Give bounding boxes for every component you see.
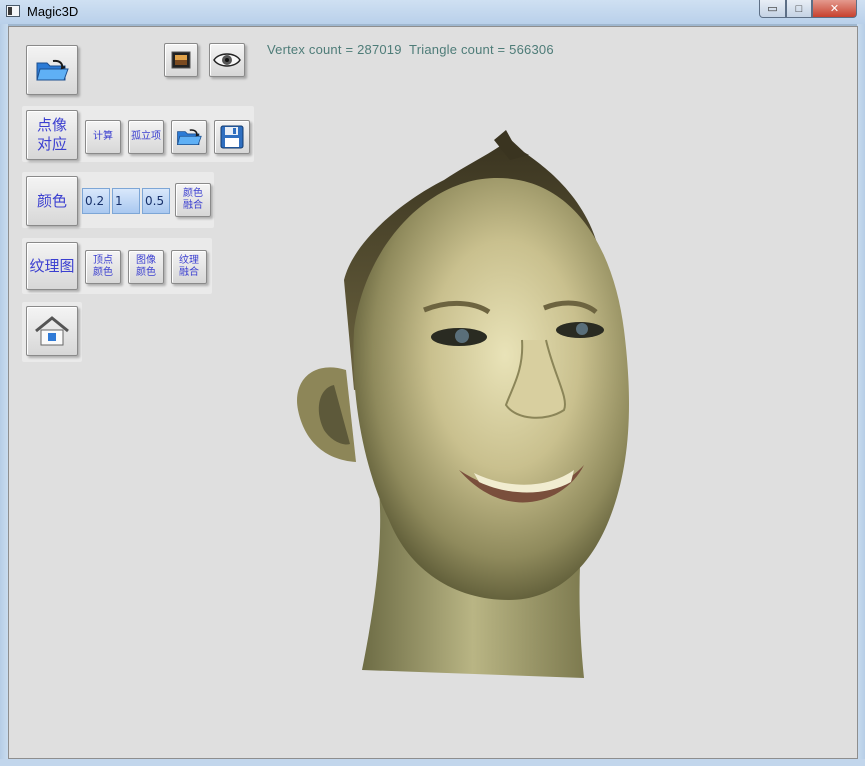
color-label: 颜色 [36,191,67,210]
folder-open-icon [36,59,69,81]
home-icon [35,316,69,346]
maximize-icon: □ [795,2,803,15]
color-blend-label: 颜色 融合 [183,188,203,211]
home-button[interactable] [26,306,78,356]
color-value-input-3[interactable]: 0.5 [142,188,170,214]
vertex-color-button[interactable]: 顶点 颜色 [85,250,121,284]
eye-icon [213,53,241,67]
window-frame-right [857,24,865,766]
isolated-items-label: 孤立项 [131,131,161,142]
right-iris [576,323,588,335]
save-button[interactable] [214,120,250,154]
title-bar[interactable]: Magic3D ▭ □ ✕ [0,0,865,24]
point-match-button[interactable]: 点像 对应 [26,110,78,160]
maximize-button[interactable]: □ [786,0,812,18]
texture-blend-label: 纹理 融合 [179,255,199,278]
close-button[interactable]: ✕ [812,0,857,18]
close-icon: ✕ [829,3,840,15]
open-point-file-button[interactable] [171,120,207,154]
floppy-disk-icon [220,125,244,149]
image-view-button[interactable] [164,43,198,77]
left-iris [455,329,469,343]
minimize-icon: ▭ [767,3,778,15]
mesh-stats: Vertex count = 287019 Triangle count = 5… [267,42,554,57]
compute-label: 计算 [93,131,113,142]
minimize-button[interactable]: ▭ [759,0,786,18]
vertex-color-label: 顶点 颜色 [93,255,113,278]
face-mesh-model[interactable] [284,130,644,685]
compute-button[interactable]: 计算 [85,120,121,154]
texture-map-label: 纹理图 [29,256,75,275]
eye-view-button[interactable] [209,43,245,77]
image-color-label: 图像 颜色 [136,255,156,278]
window-frame-left [0,24,8,766]
texture-blend-button[interactable]: 纹理 融合 [171,250,207,284]
point-match-label: 点像 对应 [36,116,67,153]
color-value-input-2[interactable]: 1 [112,188,140,214]
color-value-input-1[interactable]: 0.2 [82,188,110,214]
open-file-button[interactable] [26,45,78,95]
color-button[interactable]: 颜色 [26,176,78,226]
isolated-items-button[interactable]: 孤立项 [128,120,164,154]
color-blend-button[interactable]: 颜色 融合 [175,183,211,217]
window-frame-bottom [0,759,865,766]
image-frame-icon [171,51,191,69]
app-icon [6,5,20,17]
texture-map-button[interactable]: 纹理图 [26,242,78,290]
folder-open-icon [177,129,202,146]
window-title: Magic3D [27,4,79,19]
image-color-button[interactable]: 图像 颜色 [128,250,164,284]
